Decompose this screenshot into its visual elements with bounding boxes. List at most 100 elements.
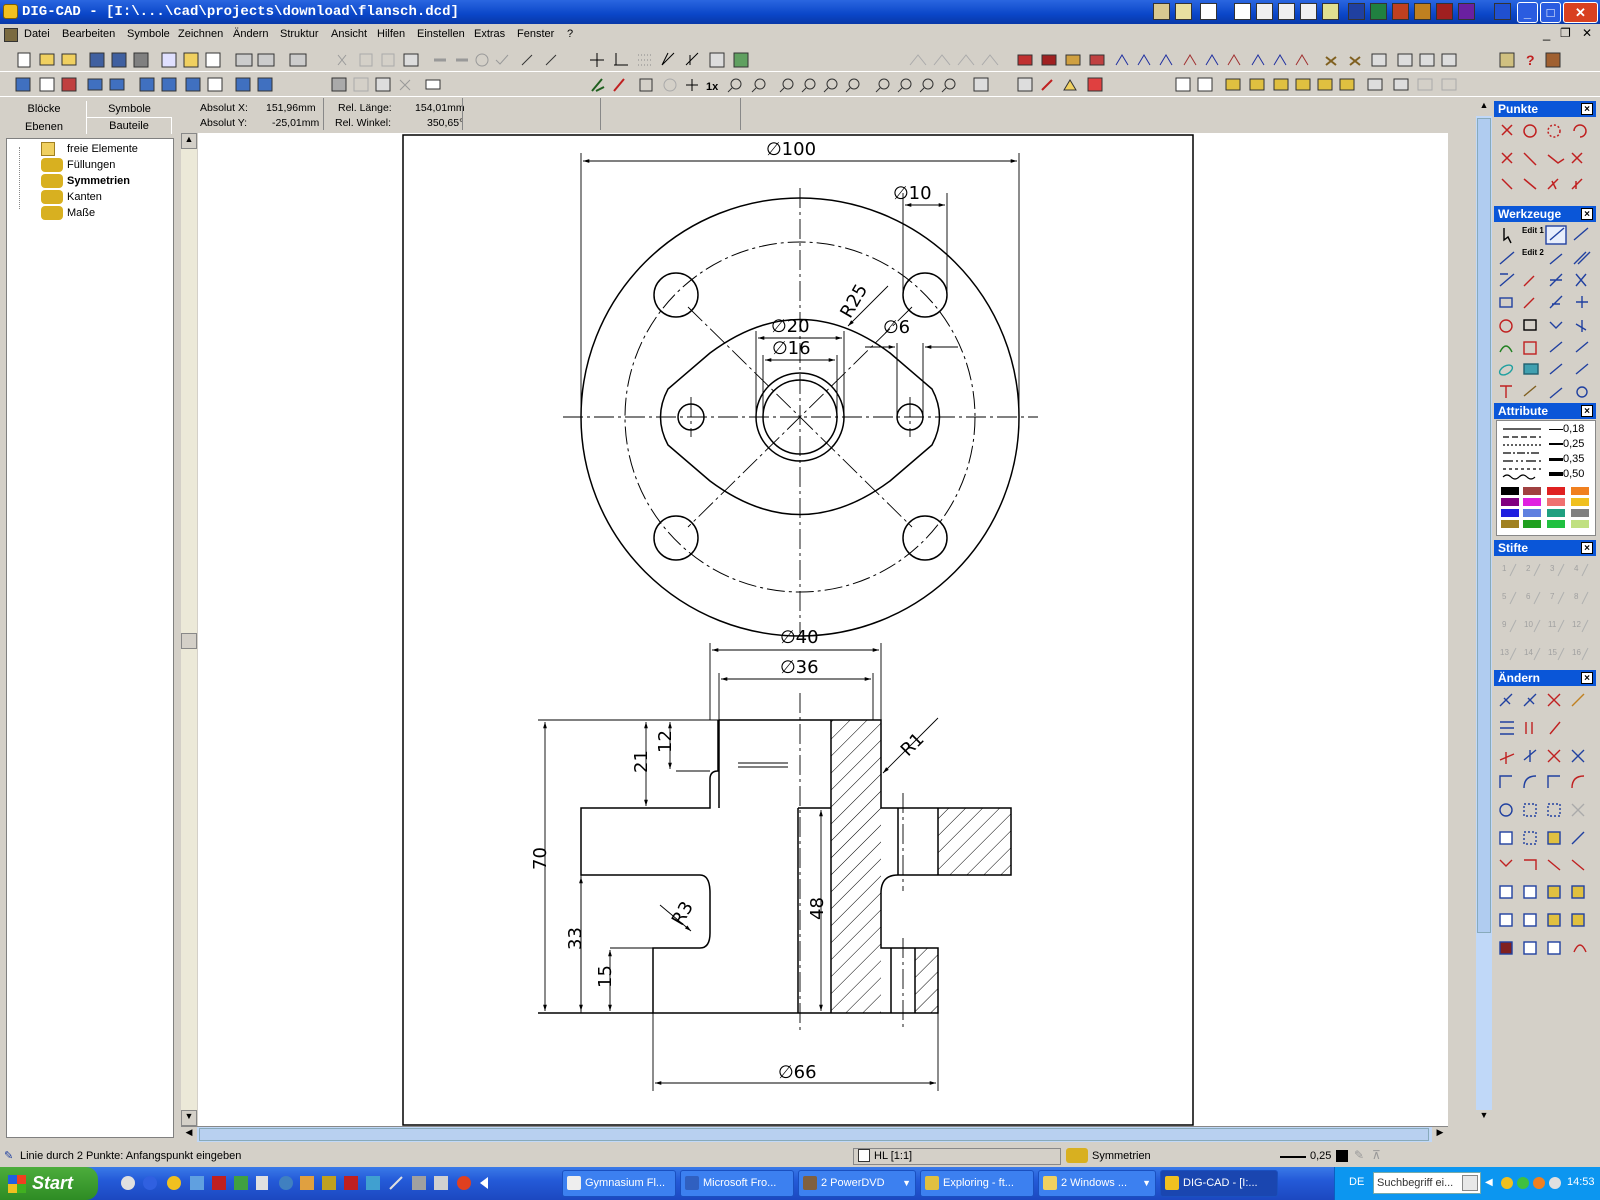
- cad-drawing[interactable]: ∅100 ∅10 R25 ∅20 ∅16 ∅6 ∅40 ∅36 R1 21 12…: [198, 133, 1448, 1126]
- menu-fenster[interactable]: Fenster: [517, 28, 554, 40]
- tree-item[interactable]: Füllungen: [41, 157, 115, 173]
- tab-bauteile[interactable]: Bauteile: [86, 117, 172, 134]
- zoom-1x-label[interactable]: 1x: [706, 81, 719, 93]
- tree-item[interactable]: Maße: [41, 205, 95, 221]
- scroll-thumb[interactable]: [1477, 118, 1491, 933]
- edit1-label[interactable]: Edit 1: [1522, 226, 1544, 235]
- tray-app-icon[interactable]: [1153, 3, 1170, 20]
- toolbar-icons-row-1[interactable]: ?: [0, 47, 1600, 72]
- tree-item[interactable]: freie Elemente: [41, 141, 138, 157]
- punkte-tools[interactable]: [1494, 119, 1598, 209]
- status-component[interactable]: Symmetrien: [1092, 1150, 1151, 1162]
- status-layer[interactable]: HL [1:1]: [874, 1150, 912, 1162]
- tray-app-icon[interactable]: [1234, 3, 1251, 20]
- status-linewidth[interactable]: 0,25: [1310, 1150, 1331, 1162]
- menu-datei[interactable]: Datei: [24, 28, 50, 40]
- tray-app-icon[interactable]: [1300, 3, 1317, 20]
- tray-app-icon[interactable]: [1414, 3, 1431, 20]
- tray-app-icon[interactable]: [1200, 3, 1217, 20]
- color-palette[interactable]: [1499, 485, 1595, 533]
- tab-symbole[interactable]: Symbole: [86, 101, 172, 118]
- menu-struktur[interactable]: Struktur: [280, 28, 319, 40]
- quick-launch[interactable]: [118, 1167, 518, 1200]
- powerpoint-icon[interactable]: [1392, 3, 1409, 20]
- scroll-up-icon[interactable]: ▲: [181, 133, 197, 149]
- edit2-label[interactable]: Edit 2: [1522, 248, 1544, 257]
- scroll-left-icon[interactable]: ◀: [181, 1127, 197, 1142]
- menu-help[interactable]: ?: [567, 28, 573, 40]
- excel-icon[interactable]: [1370, 3, 1387, 20]
- maximize-button[interactable]: □: [1540, 2, 1561, 23]
- panel-close-button[interactable]: ×: [1581, 405, 1593, 417]
- menu-extras[interactable]: Extras: [474, 28, 505, 40]
- app-icon[interactable]: [3, 4, 18, 19]
- scroll-thumb[interactable]: [181, 633, 197, 649]
- scroll-down-icon[interactable]: ▼: [1476, 1110, 1492, 1126]
- menu-aendern[interactable]: Ändern: [233, 28, 268, 40]
- word-icon[interactable]: [1348, 3, 1365, 20]
- mdi-minimize-button[interactable]: _: [1543, 26, 1550, 41]
- menu-einstellen[interactable]: Einstellen: [417, 28, 465, 40]
- panel-close-button[interactable]: ×: [1581, 103, 1593, 115]
- scroll-up-icon[interactable]: ▲: [1476, 100, 1492, 116]
- tray-app-icon[interactable]: [1322, 3, 1339, 20]
- tab-ebenen[interactable]: Ebenen: [4, 119, 84, 136]
- toolbar-icons-row-2[interactable]: 1x: [0, 72, 1600, 97]
- tray-app-icon[interactable]: [1278, 3, 1295, 20]
- tray-app-icon[interactable]: [1256, 3, 1273, 20]
- taskbar-task[interactable]: Exploring - ft...: [920, 1170, 1034, 1197]
- panel-close-button[interactable]: ×: [1581, 542, 1593, 554]
- scroll-down-icon[interactable]: ▼: [181, 1110, 197, 1126]
- tray-arrow-icon[interactable]: ◀: [1485, 1177, 1493, 1188]
- pen-icon[interactable]: ✎: [1354, 1148, 1364, 1162]
- vertical-scrollbar-left[interactable]: ▲ ▼: [181, 133, 197, 1126]
- taskbar-task[interactable]: 2 Windows ... ▼: [1038, 1170, 1156, 1197]
- linewidth-option[interactable]: 0,25: [1563, 438, 1584, 450]
- aendern-tools[interactable]: [1494, 688, 1598, 978]
- linewidth-list[interactable]: 0,18 0,25 0,35 0,50: [1549, 423, 1584, 483]
- taskbar-task-active[interactable]: DIG-CAD - [I:...: [1160, 1170, 1278, 1197]
- vertical-scrollbar-right[interactable]: ▲ ▼: [1476, 100, 1492, 1126]
- language-indicator[interactable]: DE: [1349, 1176, 1364, 1188]
- search-icon[interactable]: [1462, 1175, 1478, 1191]
- tray-status-icon[interactable]: [1533, 1177, 1545, 1189]
- document-icon[interactable]: [4, 28, 18, 42]
- linewidth-option[interactable]: 0,50: [1563, 468, 1584, 480]
- tab-bloecke[interactable]: Blöcke: [4, 101, 84, 118]
- access-icon[interactable]: [1436, 3, 1453, 20]
- start-button[interactable]: Start: [0, 1167, 98, 1200]
- mdi-close-button[interactable]: ✕: [1582, 26, 1592, 40]
- menu-hilfen[interactable]: Hilfen: [377, 28, 405, 40]
- scroll-right-icon[interactable]: ▶: [1432, 1127, 1448, 1142]
- menu-bearbeiten[interactable]: Bearbeiten: [62, 28, 115, 40]
- tree-item[interactable]: Kanten: [41, 189, 102, 205]
- taskbar-task[interactable]: Gymnasium Fl...: [562, 1170, 676, 1197]
- tray-app-icon[interactable]: [1458, 3, 1475, 20]
- search-input[interactable]: Suchbegriff ei...: [1373, 1172, 1481, 1194]
- taskbar-task[interactable]: Microsoft Fro...: [680, 1170, 794, 1197]
- panel-close-button[interactable]: ×: [1581, 672, 1593, 684]
- drawing-canvas[interactable]: ∅100 ∅10 R25 ∅20 ∅16 ∅6 ∅40 ∅36 R1 21 12…: [198, 133, 1448, 1126]
- tray-app-icon[interactable]: [1494, 3, 1511, 20]
- menu-symbole[interactable]: Symbole: [127, 28, 170, 40]
- linewidth-option[interactable]: 0,18: [1563, 423, 1584, 435]
- linewidth-option[interactable]: 0,35: [1563, 453, 1584, 465]
- color-swatch[interactable]: [1336, 1150, 1348, 1162]
- panel-close-button[interactable]: ×: [1581, 208, 1593, 220]
- menu-zeichnen[interactable]: Zeichnen: [178, 28, 223, 40]
- horizontal-scrollbar[interactable]: ◀ ▶: [181, 1126, 1448, 1142]
- close-button[interactable]: ✕: [1563, 2, 1598, 23]
- tray-status-icon[interactable]: [1517, 1177, 1529, 1189]
- tray-status-icon[interactable]: [1549, 1177, 1561, 1189]
- minimize-button[interactable]: _: [1517, 2, 1538, 23]
- tray-app-icon[interactable]: [1175, 3, 1192, 20]
- tray-status-icon[interactable]: [1501, 1177, 1513, 1189]
- scroll-thumb[interactable]: [199, 1128, 1429, 1141]
- clock[interactable]: 14:53: [1567, 1176, 1595, 1188]
- tree-item-selected[interactable]: Symmetrien: [41, 173, 130, 189]
- linetype-selector[interactable]: [1499, 423, 1549, 485]
- stamp-icon[interactable]: ⊼: [1372, 1148, 1381, 1162]
- mdi-restore-button[interactable]: ❐: [1560, 26, 1571, 40]
- menu-ansicht[interactable]: Ansicht: [331, 28, 367, 40]
- werkzeuge-tools[interactable]: Edit 1 Edit 2: [1494, 224, 1598, 404]
